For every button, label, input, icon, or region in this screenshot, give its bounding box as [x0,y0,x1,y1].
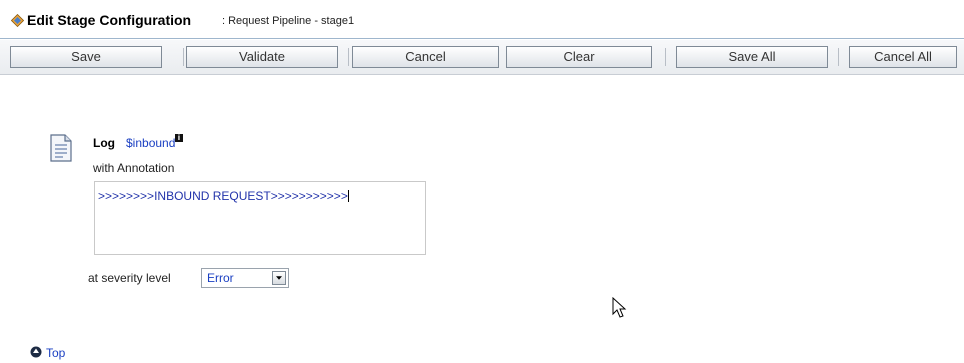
severity-value: Error [207,271,234,285]
page-subtitle: : Request Pipeline - stage1 [222,15,355,27]
annotation-textarea[interactable]: >>>>>>>>INBOUND REQUEST>>>>>>>>>>> [94,181,426,255]
toolbar-separator [665,48,666,66]
toolbar: Save Validate Cancel Clear Save All Canc… [0,40,964,75]
severity-select[interactable]: Error [201,268,289,288]
validate-button[interactable]: Validate [186,46,338,68]
save-all-button[interactable]: Save All [676,46,828,68]
title-bar: Edit Stage Configuration : Request Pipel… [0,0,964,40]
cancel-button[interactable]: Cancel [352,46,499,68]
severity-label: at severity level [88,271,171,285]
title-divider [0,38,964,39]
arrow-up-circle-icon [30,346,42,358]
save-button[interactable]: Save [10,46,162,68]
text-caret [347,190,349,202]
clear-button[interactable]: Clear [506,46,652,68]
annotation-label: with Annotation [93,161,175,175]
toolbar-separator [838,48,839,66]
document-icon [50,134,72,162]
stage-config-icon [11,14,24,27]
cancel-all-button[interactable]: Cancel All [849,46,957,68]
top-link-label: Top [46,346,66,360]
toolbar-separator [348,48,349,66]
log-variable-link[interactable]: $inbound [126,136,175,150]
chevron-down-icon[interactable] [272,271,286,285]
toolbar-separator [183,48,184,66]
info-icon[interactable]: i [175,134,183,142]
annotation-text: >>>>>>>>INBOUND REQUEST>>>>>>>>>>> [98,189,348,203]
mouse-pointer-icon [612,297,627,318]
page-title: Edit Stage Configuration [27,12,192,28]
log-action-label: Log [93,136,115,150]
